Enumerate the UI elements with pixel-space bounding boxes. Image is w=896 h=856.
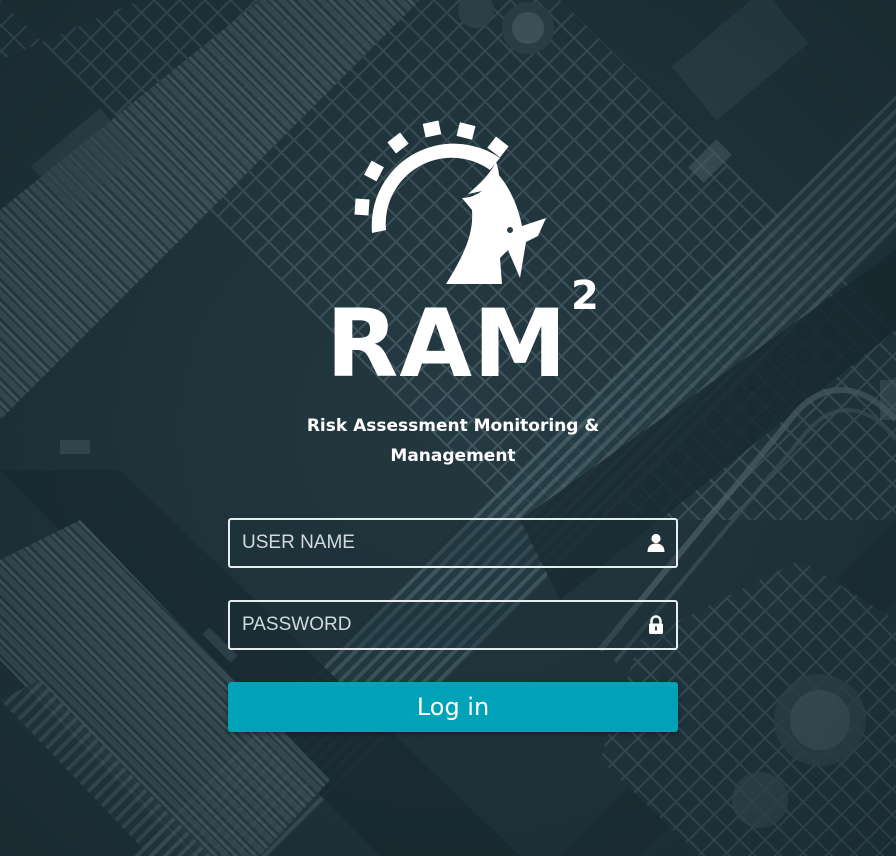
login-button[interactable]: Log in <box>228 682 678 732</box>
brand-wordmark: RAM <box>326 290 568 399</box>
username-input[interactable] <box>230 520 676 566</box>
password-input[interactable] <box>230 602 676 648</box>
gear-goat-logo-icon <box>350 118 556 290</box>
tagline-line-1: Risk Assessment Monitoring & <box>306 416 600 436</box>
brand-superscript: 2 <box>571 273 599 319</box>
password-field[interactable] <box>228 600 678 650</box>
user-icon <box>647 533 665 553</box>
lock-icon <box>647 615 665 635</box>
tagline-line-2: Management <box>390 446 516 466</box>
username-field[interactable] <box>228 518 678 568</box>
brand-tagline: Risk Assessment Monitoring & Management <box>298 411 608 471</box>
